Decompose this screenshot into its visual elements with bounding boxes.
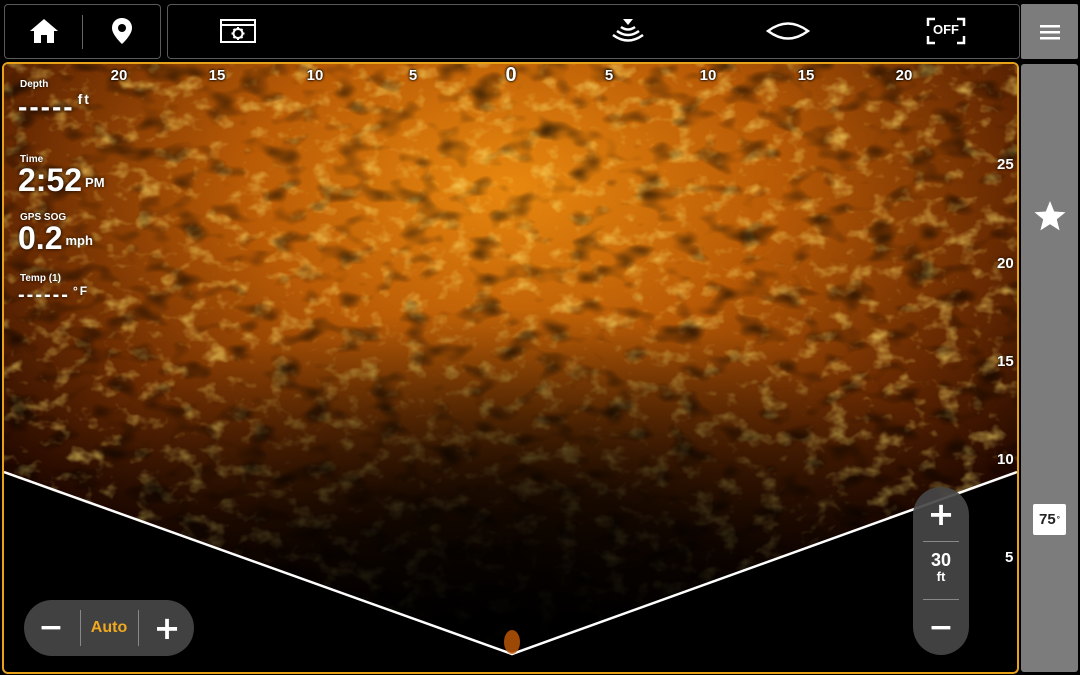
settings-screen-icon: [220, 19, 256, 43]
home-icon: [30, 19, 58, 43]
right-sidebar: [1021, 64, 1078, 672]
plus-icon: +: [153, 609, 181, 647]
depth-label: Depth: [20, 79, 49, 90]
temp-value: ------: [18, 284, 70, 306]
coverage-view-button[interactable]: [748, 5, 828, 57]
range-zoom-out-button[interactable]: −: [913, 601, 969, 655]
divider: [138, 610, 139, 646]
minus-icon: −: [928, 610, 954, 645]
divider: [82, 15, 83, 49]
range-value: 30: [930, 550, 952, 570]
waypoint-button[interactable]: [87, 5, 157, 57]
sonar-ping-icon: [612, 19, 644, 42]
favorite-button[interactable]: [1021, 190, 1078, 242]
range-control: + 30 ft −: [913, 487, 969, 655]
time-readout: 2:52 PM: [18, 162, 105, 199]
depth-value: -----: [18, 91, 75, 122]
temp-readout: ------ °F: [18, 284, 89, 307]
temp-badge-value: 75: [1039, 511, 1056, 528]
scale-top-label: 5: [408, 67, 418, 84]
gain-auto-button[interactable]: Auto: [81, 600, 137, 656]
temp-unit: °F: [72, 284, 90, 298]
sonar-button-group: OFF: [167, 4, 1020, 59]
range-readout: 30 ft: [913, 551, 969, 583]
range-unit: ft: [936, 569, 946, 584]
sog-unit: mph: [65, 233, 93, 249]
sog-readout: 0.2 mph: [18, 220, 93, 257]
scale-top-label: 15: [208, 67, 226, 84]
live-sonar-view[interactable]: 20 15 10 5 0 5 10 15 20 25 20 15 10 5 De…: [2, 62, 1019, 674]
scale-top-label: 20: [895, 67, 913, 84]
menu-icon: [1039, 24, 1060, 39]
gain-plus-button[interactable]: +: [140, 600, 194, 656]
temp-label: Temp (1): [20, 273, 61, 284]
scale-top-label: 20: [110, 67, 128, 84]
gain-minus-button[interactable]: −: [24, 600, 78, 656]
sonar-ping-button[interactable]: [588, 5, 668, 57]
scale-right-label: 5: [1005, 549, 1014, 566]
scale-top-label: 10: [699, 67, 717, 84]
depth-unit: ft: [77, 91, 91, 107]
scale-top-label: 5: [604, 67, 614, 84]
divider: [923, 541, 959, 542]
temp-badge-unit: °: [1056, 515, 1060, 524]
minus-icon: −: [38, 610, 64, 645]
scale-right-label: 25: [997, 156, 1014, 173]
nav-button-group: [4, 4, 161, 59]
range-zoom-in-button[interactable]: +: [913, 487, 969, 541]
scale-top-label: 0: [505, 64, 517, 86]
sonar-settings-button[interactable]: [198, 5, 278, 57]
top-toolbar: OFF: [0, 0, 1080, 62]
time-value: 2:52: [18, 162, 83, 198]
depth-readout: ----- ft: [18, 91, 91, 123]
scale-top-label: 15: [797, 67, 815, 84]
home-button[interactable]: [9, 5, 79, 57]
sog-value: 0.2: [18, 220, 63, 256]
scale-right-label: 15: [997, 353, 1014, 370]
main-menu-button[interactable]: [1021, 4, 1078, 59]
scale-right-label: 10: [997, 451, 1014, 468]
sonar-echo-image: [4, 64, 1017, 656]
plus-icon: +: [927, 495, 955, 533]
display-off-button[interactable]: OFF: [906, 5, 986, 57]
water-temp-badge[interactable]: 75 °: [1033, 504, 1066, 535]
coverage-eye-icon: [766, 22, 810, 40]
time-ampm: PM: [85, 175, 105, 191]
waypoint-pin-icon: [112, 18, 132, 44]
off-label: OFF: [933, 22, 959, 37]
gain-control: − Auto +: [24, 600, 194, 656]
scale-top-label: 10: [306, 67, 324, 84]
star-icon: [1034, 201, 1065, 231]
scale-right-label: 20: [997, 255, 1014, 272]
divider: [923, 599, 959, 600]
